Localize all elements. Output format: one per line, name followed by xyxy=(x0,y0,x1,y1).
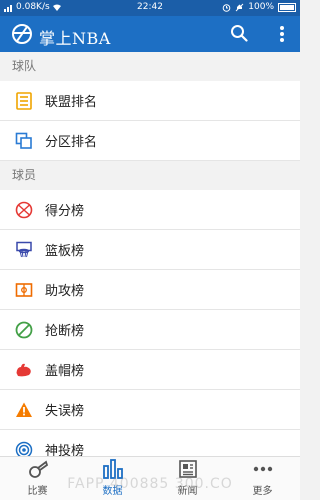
list-item[interactable]: 助攻榜 xyxy=(0,270,300,310)
block-icon xyxy=(13,319,35,341)
stats-menu: 球队联盟排名分区排名球员得分榜篮板榜助攻榜抢断榜盖帽榜失误榜神投榜 xyxy=(0,52,300,457)
basketball-icon xyxy=(13,199,35,221)
list-item[interactable]: 联盟排名 xyxy=(0,81,300,121)
list-item[interactable]: 得分榜 xyxy=(0,190,300,230)
list-item[interactable]: 失误榜 xyxy=(0,390,300,430)
list-item-label: 分区排名 xyxy=(45,135,98,150)
status-bar: 0.08K/s 22:42 100% xyxy=(0,0,300,16)
more-vert-icon[interactable] xyxy=(280,26,284,42)
hoop-icon xyxy=(13,239,35,261)
list-item[interactable]: 篮板榜 xyxy=(0,230,300,270)
tab-label: 更多 xyxy=(252,486,273,497)
list-item-label: 抢断榜 xyxy=(45,324,85,339)
section-header: 球队 xyxy=(0,52,300,81)
tab-0[interactable]: 比赛 xyxy=(0,457,75,500)
list-item[interactable]: 神投榜 xyxy=(0,430,300,457)
list-item-label: 联盟排名 xyxy=(45,95,98,110)
status-right: 100% xyxy=(222,2,296,12)
bar-chart-icon xyxy=(102,458,124,480)
app-bar: 掌上NBA xyxy=(0,16,300,52)
bottom-nav: 比赛 数据 新闻 更多 xyxy=(0,456,300,500)
copy-icon xyxy=(13,130,35,152)
list-item-label: 篮板榜 xyxy=(45,244,85,259)
tab-label: 数据 xyxy=(102,486,123,497)
battery-percent: 100% xyxy=(248,2,274,12)
section-header: 球员 xyxy=(0,161,300,190)
tab-label: 比赛 xyxy=(27,486,48,497)
basketball-icon xyxy=(12,24,32,44)
target-icon xyxy=(13,439,35,457)
more-horiz-icon xyxy=(252,458,274,480)
muscle-icon xyxy=(13,359,35,381)
silent-icon xyxy=(235,3,244,11)
list-item[interactable]: 抢断榜 xyxy=(0,310,300,350)
battery-level xyxy=(280,4,294,10)
list-item-label: 得分榜 xyxy=(45,204,85,219)
newspaper-icon xyxy=(177,458,199,480)
list-item-label: 神投榜 xyxy=(45,444,85,457)
battery-icon xyxy=(278,2,296,12)
list-item-label: 助攻榜 xyxy=(45,284,85,299)
whistle-icon xyxy=(27,458,49,480)
list-item-label: 盖帽榜 xyxy=(45,364,85,379)
list-item-label: 失误榜 xyxy=(45,404,85,419)
list-icon xyxy=(13,90,35,112)
app-title: 掌上NBA xyxy=(39,29,111,48)
search-icon[interactable] xyxy=(230,24,248,42)
tab-1[interactable]: 数据 xyxy=(75,457,150,500)
list-item[interactable]: 分区排名 xyxy=(0,121,300,161)
tab-3[interactable]: 更多 xyxy=(225,457,300,500)
warning-icon xyxy=(13,399,35,421)
tab-label: 新闻 xyxy=(177,486,198,497)
list-item[interactable]: 盖帽榜 xyxy=(0,350,300,390)
alarm-icon xyxy=(222,3,231,12)
court-icon xyxy=(13,279,35,301)
tab-2[interactable]: 新闻 xyxy=(150,457,225,500)
